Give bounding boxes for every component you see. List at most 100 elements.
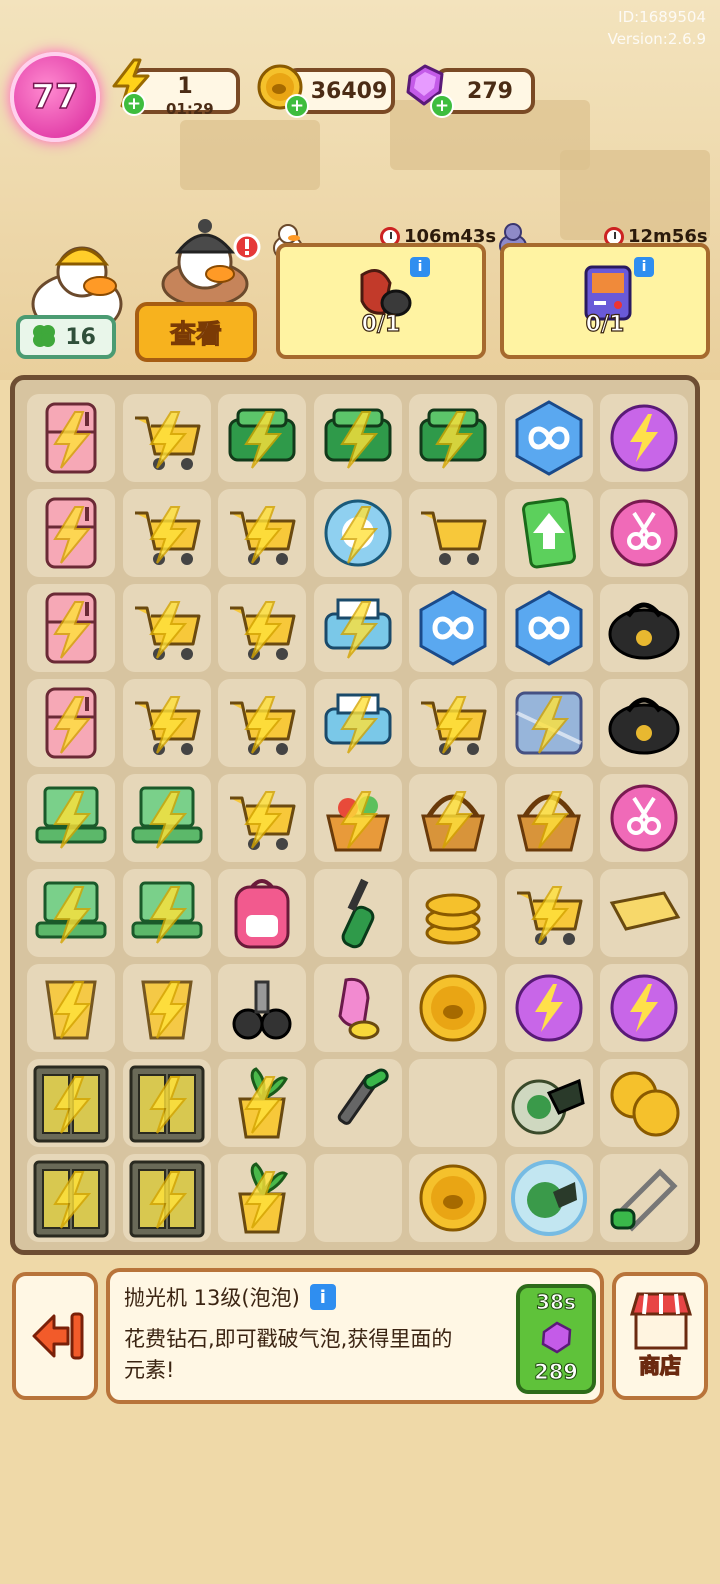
- board-cell[interactable]: [122, 869, 211, 957]
- view-button-label: 查看: [169, 319, 222, 350]
- board-cell[interactable]: [409, 584, 497, 672]
- alert-icon[interactable]: [232, 232, 262, 262]
- lightning-orb-icon: [515, 974, 582, 1042]
- board-cell[interactable]: [218, 489, 306, 577]
- board-cell[interactable]: [122, 1154, 211, 1242]
- board-cell[interactable]: [313, 1059, 402, 1147]
- scissors-orb-icon: [610, 784, 678, 852]
- add-coins-button[interactable]: +: [285, 94, 309, 118]
- board-cell[interactable]: [122, 964, 211, 1052]
- board-cell[interactable]: [27, 1154, 115, 1242]
- printer-icon: [324, 598, 391, 659]
- board-cell[interactable]: [218, 869, 306, 957]
- board-cell[interactable]: [600, 1059, 688, 1147]
- board-cell[interactable]: [313, 964, 402, 1052]
- board-cell[interactable]: [409, 1154, 497, 1242]
- hacksaw-icon: [610, 1168, 678, 1232]
- merge-board: [10, 375, 700, 1255]
- view-button[interactable]: 查看: [135, 302, 257, 362]
- board-cell[interactable]: [122, 489, 211, 577]
- item-title-row: 抛光机 13级(泡泡) i: [124, 1282, 336, 1312]
- board-cell[interactable]: [504, 394, 593, 482]
- board-cell[interactable]: [600, 584, 688, 672]
- board-cell[interactable]: [218, 1059, 306, 1147]
- board-cell[interactable]: [122, 679, 211, 767]
- pop-bubble-button[interactable]: 38s 289: [516, 1284, 596, 1394]
- backpack-icon: [234, 879, 290, 949]
- board-cell[interactable]: [218, 1154, 306, 1242]
- robot-vacuum-icon: [324, 499, 391, 567]
- infinity-hex-icon: [419, 590, 487, 666]
- board-cell[interactable]: [122, 394, 211, 482]
- board-cell[interactable]: [27, 774, 115, 862]
- board-cell[interactable]: [122, 774, 211, 862]
- board-cell[interactable]: [313, 394, 402, 482]
- board-cell[interactable]: [600, 869, 688, 957]
- item-info-icon[interactable]: i: [309, 1284, 336, 1310]
- board-cell[interactable]: [218, 774, 306, 862]
- board-cell[interactable]: [122, 1059, 211, 1147]
- board-cell[interactable]: [27, 869, 115, 957]
- board-cell[interactable]: [218, 584, 306, 672]
- board-cell[interactable]: [504, 1059, 593, 1147]
- board-cell[interactable]: [600, 964, 688, 1052]
- add-gems-button[interactable]: +: [430, 94, 454, 118]
- board-cell[interactable]: [600, 394, 688, 482]
- board-cell[interactable]: [27, 679, 115, 767]
- order-card-2[interactable]: i 0/1: [500, 243, 710, 359]
- gem-value: 279: [467, 78, 513, 104]
- board-cell[interactable]: [218, 964, 306, 1052]
- board-cell[interactable]: [409, 679, 497, 767]
- board-cell[interactable]: [122, 584, 211, 672]
- board-cell[interactable]: [218, 679, 306, 767]
- board-cell[interactable]: [600, 679, 688, 767]
- polisher-icon: [511, 1078, 585, 1135]
- basket-icon: [421, 791, 485, 852]
- shop-button[interactable]: 商店: [612, 1272, 708, 1400]
- board-cell[interactable]: [504, 964, 593, 1052]
- board-cell[interactable]: [504, 774, 593, 862]
- board-cell[interactable]: [27, 964, 115, 1052]
- order-progress-1: 0/1: [361, 311, 401, 337]
- order-card-1[interactable]: i 0/1: [276, 243, 486, 359]
- board-cell[interactable]: [313, 774, 402, 862]
- shop-label: 商店: [638, 1353, 681, 1378]
- gloves-icon: [337, 977, 379, 1040]
- exit-button[interactable]: [12, 1272, 98, 1400]
- add-energy-button[interactable]: +: [122, 92, 146, 116]
- board-cell[interactable]: [313, 584, 402, 672]
- locker-icon: [129, 1160, 204, 1238]
- board-cell[interactable]: [504, 869, 593, 957]
- tray-icon: [609, 891, 681, 931]
- fridge-icon: [45, 592, 97, 664]
- board-cell[interactable]: [313, 489, 402, 577]
- board-cell[interactable]: [27, 1059, 115, 1147]
- board-cell[interactable]: [27, 489, 115, 577]
- board-cell[interactable]: [504, 489, 593, 577]
- board-cell[interactable]: [409, 774, 497, 862]
- board-cell[interactable]: [409, 869, 497, 957]
- board-cell[interactable]: [313, 679, 402, 767]
- board-cell[interactable]: [218, 394, 306, 482]
- board-cell[interactable]: [409, 394, 497, 482]
- board-cell[interactable]: [313, 869, 402, 957]
- player-level-badge[interactable]: 77: [10, 52, 100, 142]
- board-cell[interactable]: [600, 1154, 688, 1242]
- info-icon[interactable]: i: [634, 257, 654, 277]
- board-cell[interactable]: [504, 679, 593, 767]
- board-cell[interactable]: [409, 1059, 497, 1147]
- board-cell[interactable]: [409, 964, 497, 1052]
- cart-icon: [230, 601, 296, 660]
- board-cell[interactable]: [600, 489, 688, 577]
- board-cell[interactable]: [504, 1154, 593, 1242]
- laptop-icon: [35, 881, 107, 944]
- order-progress-2: 0/1: [585, 311, 625, 337]
- duffel-bag-icon: [608, 602, 680, 660]
- board-cell[interactable]: [313, 1154, 402, 1242]
- board-cell[interactable]: [27, 584, 115, 672]
- laptop-icon: [35, 786, 107, 849]
- board-cell[interactable]: [504, 584, 593, 672]
- board-cell[interactable]: [409, 489, 497, 577]
- board-cell[interactable]: [600, 774, 688, 862]
- board-cell[interactable]: [27, 394, 115, 482]
